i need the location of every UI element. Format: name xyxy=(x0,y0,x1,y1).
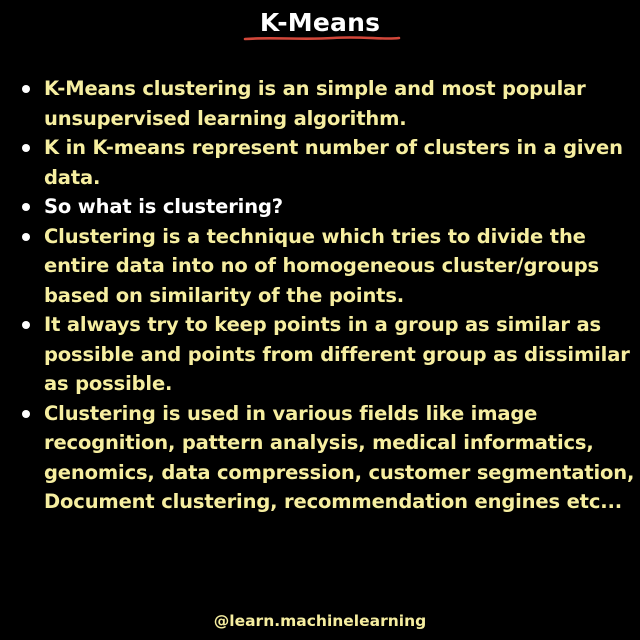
bullet-dot-icon xyxy=(22,409,30,418)
bullet-dot-icon xyxy=(22,144,30,152)
bullet-text: It always try to keep points in a group … xyxy=(44,313,630,395)
bullet-item: So what is clustering? xyxy=(20,192,635,222)
bullet-text: Clustering is a technique which tries to… xyxy=(44,224,599,307)
bullet-dot-icon xyxy=(22,85,30,93)
bullet-dot-icon xyxy=(22,203,30,211)
title-underline xyxy=(243,36,401,41)
bullet-item: K-Means clustering is an simple and most… xyxy=(20,74,635,133)
bullet-dot-icon xyxy=(22,232,30,241)
bullet-list: K-Means clustering is an simple and most… xyxy=(20,74,635,517)
bullet-dot-icon xyxy=(22,321,30,329)
footer-handle: @learn.machinelearning xyxy=(213,612,427,630)
bullet-item: K in K-means represent number of cluster… xyxy=(20,133,635,192)
bullet-text: K-Means clustering is an simple and most… xyxy=(44,77,586,130)
bullet-item: Clustering is a technique which tries to… xyxy=(20,222,635,311)
bullet-item: Clustering is used in various fields lik… xyxy=(20,399,635,517)
bullet-text: K in K-means represent number of cluster… xyxy=(44,136,623,189)
bullet-text: Clustering is used in various fields lik… xyxy=(44,401,635,514)
bullet-text: So what is clustering? xyxy=(44,195,283,218)
bullet-item: It always try to keep points in a group … xyxy=(20,310,635,399)
